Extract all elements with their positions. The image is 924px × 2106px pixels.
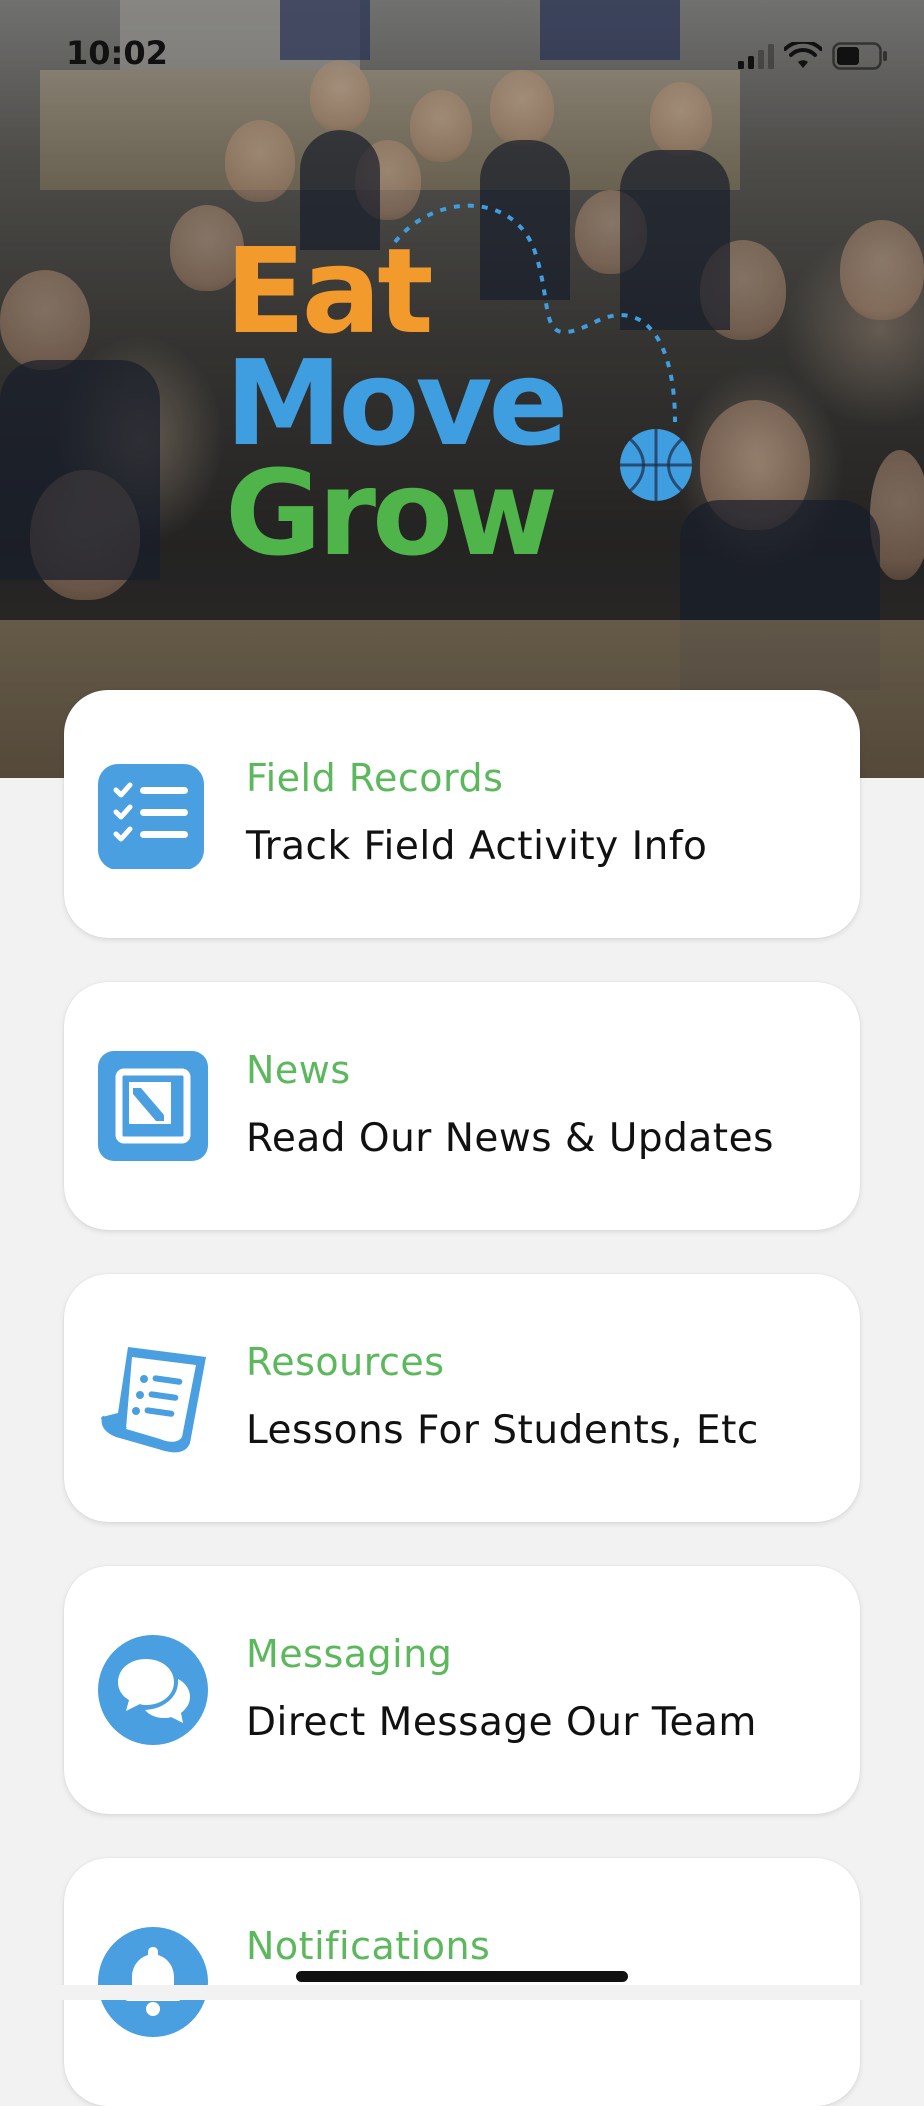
chat-bubbles-icon: [98, 1635, 208, 1745]
home-indicator[interactable]: [296, 1971, 628, 1982]
menu-item-subtitle: Lessons For Students, Etc: [246, 1408, 759, 1453]
eat-move-grow-logo: Eat Move Grow: [225, 203, 705, 582]
document-scroll-icon: [100, 1347, 206, 1453]
menu-item-title: Messaging: [246, 1632, 453, 1676]
news-icon: [98, 1051, 208, 1161]
menu-item-field-records[interactable]: Field Records Track Field Activity Info: [64, 690, 860, 938]
logo-dotted-path: [393, 203, 677, 423]
status-icons: [738, 38, 888, 74]
menu-item-messaging[interactable]: Messaging Direct Message Our Team: [64, 1566, 860, 1814]
menu-item-news[interactable]: News Read Our News & Updates: [64, 982, 860, 1230]
checklist-icon: [98, 764, 204, 869]
menu-item-subtitle: Track Field Activity Info: [246, 824, 708, 869]
bell-icon: [98, 1927, 208, 2037]
menu-item-subtitle: Direct Message Our Team: [246, 1700, 757, 1745]
menu-item-title: Resources: [246, 1340, 445, 1384]
menu-item-title: News: [246, 1048, 351, 1092]
menu-item-resources[interactable]: Resources Lessons For Students, Etc: [64, 1274, 860, 1522]
logo-word-grow: Grow: [225, 444, 558, 582]
battery-icon: [832, 42, 887, 70]
menu-item-title: Notifications: [246, 1924, 491, 1968]
status-bar: 10:02: [0, 0, 924, 110]
cellular-signal-icon: [738, 44, 774, 69]
menu-item-notifications[interactable]: Notifications: [64, 1858, 860, 2106]
basketball-icon: [620, 429, 692, 501]
menu-item-title: Field Records: [246, 756, 504, 800]
status-time: 10:02: [66, 34, 168, 72]
hero-photo: Eat Move Grow: [0, 0, 924, 778]
menu-item-subtitle: Read Our News & Updates: [246, 1116, 774, 1161]
bottom-safe-area: [0, 1985, 924, 2000]
wifi-icon: [784, 42, 822, 68]
